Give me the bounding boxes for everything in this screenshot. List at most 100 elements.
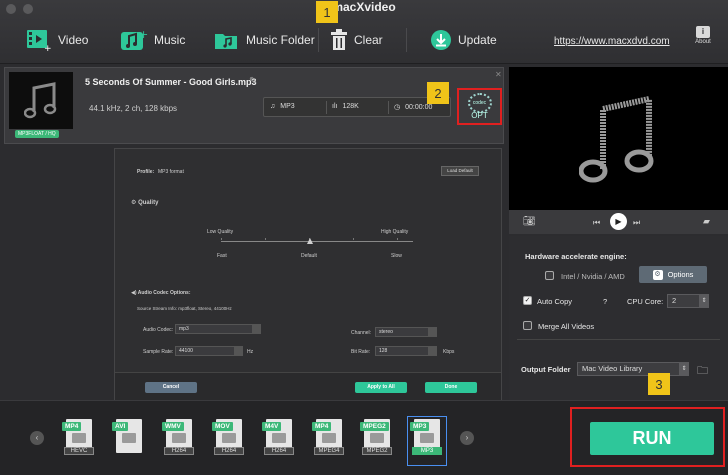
format-mp4-mpeg4[interactable]: MP4 MPEG4 — [312, 419, 346, 463]
add-music-button[interactable]: + Music — [120, 24, 185, 56]
sample-rate-value: 44100 — [179, 348, 193, 354]
info-icon: i — [696, 26, 710, 38]
format-codec-label: H264 — [264, 447, 294, 455]
video-label: Video — [58, 33, 89, 47]
about-button[interactable]: i About — [691, 26, 715, 45]
output-format-value: MP3 — [280, 103, 295, 110]
film-icon — [370, 433, 384, 443]
preview-controls: 📷︎ ⏮︎ ▶ ⏭︎ ▰ — [509, 210, 728, 234]
scroll-left-icon[interactable]: ‹ — [30, 431, 44, 445]
hardware-options-button[interactable]: ⚙ Options — [639, 266, 707, 283]
play-button[interactable]: ▶ — [610, 213, 627, 230]
video-add-icon: + — [27, 30, 52, 52]
bit-rate-select[interactable]: 128 — [375, 346, 437, 356]
format-mp3-selected[interactable]: MP3 MP3 — [407, 416, 447, 466]
format-bar: ‹ MP4 HEVC AVI WMV H264 MOV H264 M4V H26… — [0, 400, 728, 475]
format-m4v-h264[interactable]: M4V H264 — [262, 419, 296, 463]
toolbar: + Video + Music Music Folder Clear Updat… — [0, 22, 728, 62]
browse-folder-icon[interactable]: 🗀︎ — [697, 362, 708, 381]
output-duration: ◷ 00:00:00 — [394, 103, 433, 112]
format-type-label: MP4 — [62, 422, 82, 431]
format-mpeg2[interactable]: MPEG2 MPEG2 — [360, 419, 394, 463]
slider-tick — [353, 238, 354, 240]
open-folder-icon[interactable]: ▰ — [703, 216, 710, 227]
edit-pencil-icon[interactable]: ✎ — [249, 76, 257, 87]
divider — [388, 101, 389, 114]
help-icon[interactable]: ? — [603, 297, 607, 306]
cpu-core-label: CPU Core: — [627, 297, 664, 306]
add-music-folder-button[interactable]: Music Folder — [214, 24, 315, 56]
clock-icon: ◷ — [394, 104, 401, 111]
download-update-icon — [431, 30, 451, 50]
format-type-label: MP3 — [410, 422, 430, 431]
update-label: Update — [458, 33, 497, 47]
app-window: macXvideo + Video + Music Music Folder C… — [0, 0, 728, 475]
output-folder-select[interactable]: Mac Video Library ⇕ — [577, 362, 689, 376]
sample-rate-select[interactable]: 44100 — [175, 346, 243, 356]
trash-icon — [331, 29, 347, 50]
remove-file-icon[interactable]: ✕ — [495, 70, 502, 79]
low-quality-label: Low Quality — [207, 229, 234, 235]
bit-rate-value: 128 — [379, 348, 388, 354]
options-label: Options — [667, 270, 694, 279]
auto-copy-label: Auto Copy — [537, 297, 573, 306]
previous-icon[interactable]: ⏮︎ — [593, 218, 600, 228]
music-label: Music — [154, 33, 186, 47]
format-mp4-hevc[interactable]: MP4 HEVC — [62, 419, 96, 463]
slider-tick — [265, 238, 266, 240]
intel-nvidia-amd-label: Intel / Nvidia / AMD — [561, 272, 625, 281]
toolbar-divider — [406, 28, 407, 52]
auto-copy-checkbox[interactable]: ✓ — [523, 296, 532, 305]
title-bar: macXvideo + Video + Music Music Folder C… — [0, 0, 728, 64]
next-icon[interactable]: ⏭︎ — [633, 218, 640, 228]
codec-gear-icon: codec — [467, 93, 492, 113]
divider — [326, 101, 327, 114]
slow-label: Slow — [391, 253, 402, 259]
clear-label: Clear — [354, 33, 383, 47]
audio-codec-value: mp3 — [179, 326, 189, 332]
output-format: ♫ MP3 — [270, 103, 295, 110]
svg-text:+: + — [139, 28, 148, 41]
clear-button[interactable]: Clear — [330, 24, 383, 56]
merge-videos-checkbox[interactable] — [523, 321, 532, 330]
codec-options-button[interactable]: codec OPT — [457, 88, 502, 125]
done-button[interactable]: Done — [425, 382, 477, 393]
film-icon — [272, 433, 286, 443]
output-duration-value: 00:00:00 — [405, 103, 433, 111]
slider-tick — [221, 238, 222, 240]
format-codec-label: H264 — [214, 447, 244, 455]
speaker-icon: ◀) — [131, 290, 137, 296]
film-icon — [122, 433, 136, 443]
format-codec-label: MPEG4 — [314, 447, 344, 455]
callout-badge-1: 1 — [316, 1, 338, 23]
cancel-button[interactable]: Cancel — [145, 382, 197, 393]
hardware-accel-checkbox[interactable] — [545, 271, 554, 280]
format-codec-label: MPEG2 — [362, 447, 392, 455]
high-quality-label: High Quality — [381, 229, 409, 235]
website-link[interactable]: https://www.macxdvd.com — [554, 36, 670, 47]
format-mov-h264[interactable]: MOV H264 — [212, 419, 246, 463]
cpu-core-select[interactable]: 2 ⇕ — [667, 294, 709, 308]
scroll-right-icon[interactable]: › — [460, 431, 474, 445]
load-default-button[interactable]: Load Default — [441, 166, 479, 176]
file-item-row[interactable]: MP3FLOAT / HQ 5 Seconds Of Summer - Good… — [4, 67, 504, 144]
run-button[interactable]: RUN — [590, 422, 714, 455]
audio-codec-options-label: Audio Codec Options: — [137, 290, 191, 296]
channel-label: Channel: — [351, 330, 372, 336]
hardware-engine-title: Hardware accelerate engine: — [525, 252, 627, 261]
audio-codec-select[interactable]: mp3 — [175, 324, 261, 334]
quality-gear-icon: ⚙ — [131, 200, 137, 206]
update-button[interactable]: Update — [430, 24, 497, 56]
audio-codec-options-heading: ◀) Audio Codec Options: — [131, 290, 191, 296]
sample-rate-unit: Hz — [247, 349, 254, 355]
add-video-button[interactable]: + Video — [26, 24, 88, 56]
format-wmv-h264[interactable]: WMV H264 — [162, 419, 196, 463]
format-type-label: MP4 — [312, 422, 332, 431]
format-avi[interactable]: AVI — [112, 419, 146, 463]
apply-to-all-button[interactable]: Apply to All — [355, 382, 407, 393]
snapshot-camera-icon[interactable]: 📷︎ — [523, 216, 536, 227]
channel-select[interactable]: stereo — [375, 327, 437, 337]
file-audio-info: 44.1 kHz, 2 ch, 128 kbps — [89, 104, 178, 113]
run-highlight: RUN — [570, 407, 725, 467]
quality-slider-track[interactable] — [221, 241, 413, 242]
